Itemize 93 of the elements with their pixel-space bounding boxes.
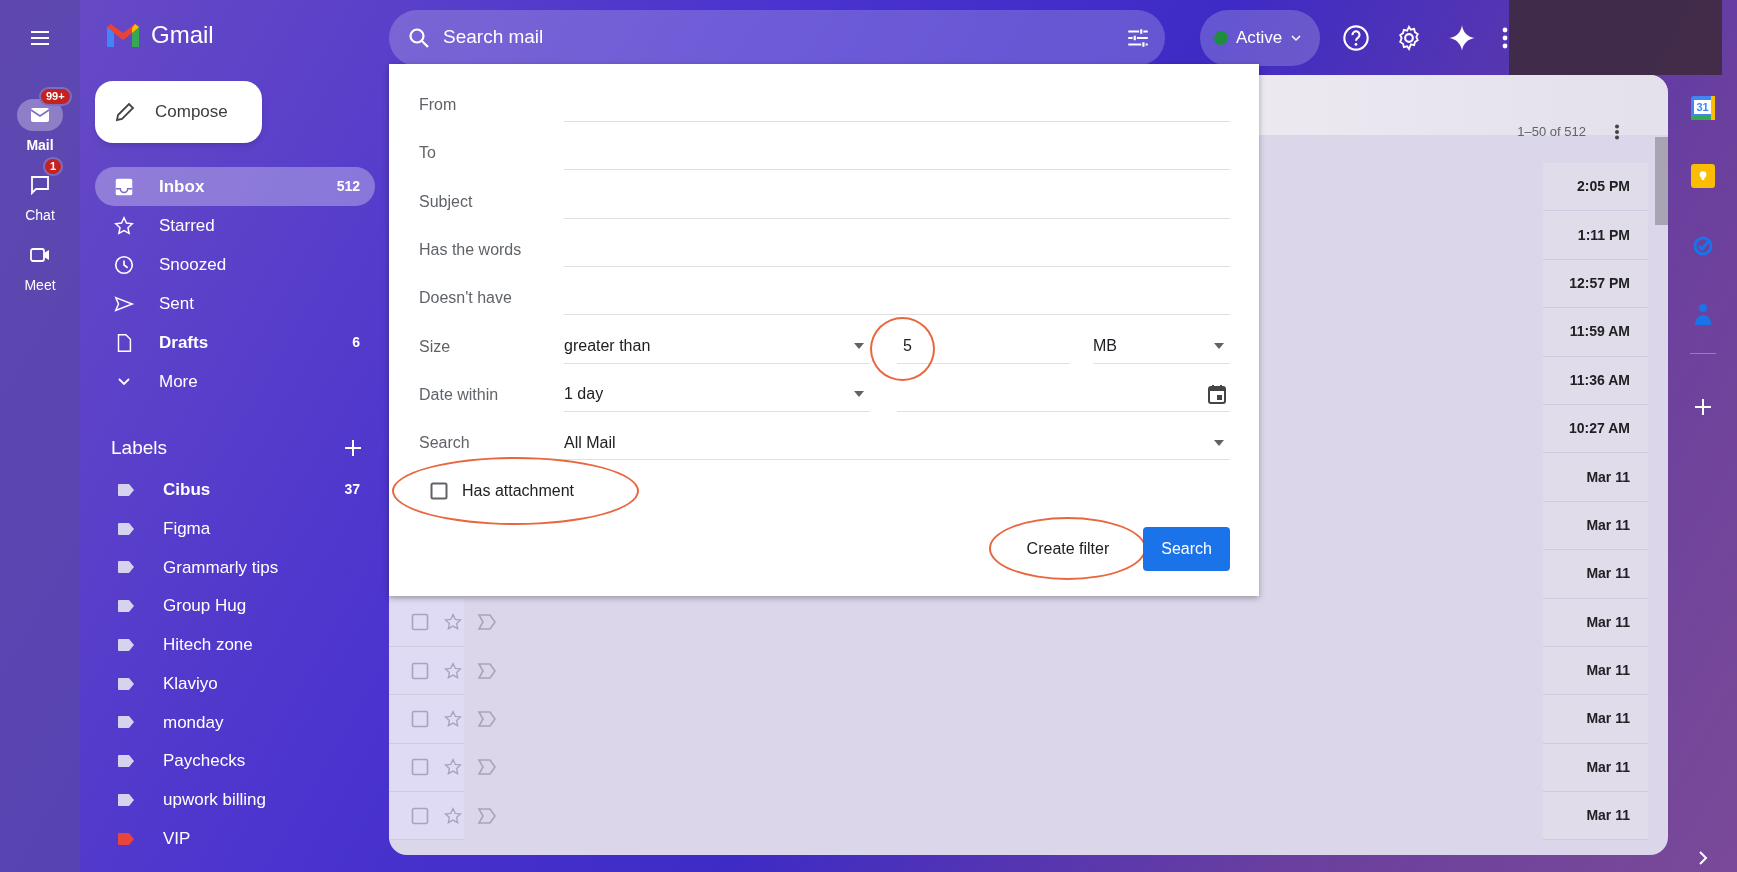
- field-label: Search: [419, 433, 471, 454]
- star-icon: [113, 214, 135, 237]
- nav-item[interactable]: Sent: [95, 284, 375, 324]
- time-text: 12:57 PM: [1569, 273, 1630, 293]
- compose-button[interactable]: Compose: [95, 80, 262, 144]
- field-label: Size: [419, 336, 452, 357]
- time-text: 11:59 AM: [1569, 322, 1630, 342]
- field-label: Has the words: [419, 240, 523, 261]
- checkbox-label: Has attachment: [462, 481, 575, 502]
- plus-icon[interactable]: [1693, 398, 1712, 416]
- dropdown[interactable]: 1 day: [564, 377, 870, 412]
- time-text: 10:27 AM: [1569, 419, 1630, 439]
- star-icon[interactable]: [443, 660, 463, 681]
- input-field[interactable]: 5: [897, 329, 1070, 364]
- caret-icon: [1214, 343, 1224, 350]
- app-name: Gmail: [151, 19, 214, 50]
- checkbox-icon[interactable]: [411, 710, 429, 728]
- time-text: Mar 11: [1586, 564, 1630, 584]
- rail-label[interactable]: Chat: [25, 205, 55, 226]
- search-icon: [407, 25, 431, 50]
- time-text: Mar 11: [1586, 661, 1630, 681]
- label-tag-icon[interactable]: [477, 806, 497, 825]
- time-text: Mar 11: [1586, 709, 1630, 729]
- plus-icon[interactable]: [343, 437, 363, 458]
- nav-item[interactable]: Inbox 512: [95, 167, 375, 207]
- search-field[interactable]: Search mail: [389, 9, 1165, 66]
- pagination-text: 1–50 of 512: [1517, 123, 1586, 141]
- label-item[interactable]: Klaviyo: [95, 664, 375, 703]
- dropdown[interactable]: All Mail: [564, 426, 1230, 461]
- time-text: 2:05 PM: [1577, 177, 1630, 197]
- field-label: To: [419, 143, 437, 164]
- time-text: 1:11 PM: [1577, 225, 1630, 245]
- nav-item[interactable]: Drafts 6: [95, 323, 375, 363]
- label-item[interactable]: Figma: [95, 509, 375, 548]
- field-label: Doesn't have: [419, 288, 513, 309]
- nav-item[interactable]: Snoozed: [95, 245, 375, 285]
- dropdown[interactable]: MB: [1093, 329, 1230, 364]
- more-vertical-icon[interactable]: [1614, 123, 1620, 140]
- caret-icon: [854, 343, 864, 350]
- chat-bubble-icon: [28, 173, 52, 197]
- time-text: 11:36 AM: [1569, 370, 1630, 390]
- status-button[interactable]: Active: [1200, 9, 1320, 66]
- search-input[interactable]: Search mail: [443, 23, 1125, 52]
- label-item[interactable]: Grammarly tips: [95, 548, 375, 587]
- label-tag-icon[interactable]: [477, 661, 497, 680]
- help-icon[interactable]: [1342, 23, 1370, 52]
- star-icon[interactable]: [443, 805, 463, 826]
- more-vertical-icon[interactable]: [1501, 26, 1509, 49]
- field-label: Date within: [419, 384, 500, 405]
- checkbox-icon[interactable]: [411, 758, 429, 777]
- label-tag-icon[interactable]: [477, 758, 497, 777]
- rail-label[interactable]: Meet: [24, 275, 56, 296]
- label-tag-icon[interactable]: [477, 710, 497, 728]
- caret-icon: [854, 391, 864, 398]
- label-item[interactable]: Paychecks: [95, 741, 375, 781]
- label-item[interactable]: upwork billing: [95, 780, 375, 820]
- time-text: Mar 11: [1586, 806, 1630, 826]
- label-item[interactable]: VIP: [95, 819, 375, 858]
- notification-badge: 1: [43, 157, 64, 176]
- rail-item-highlight[interactable]: [17, 99, 63, 131]
- calendar-icon[interactable]: 31: [1690, 96, 1715, 120]
- clock-icon: [113, 253, 135, 276]
- checkbox-icon[interactable]: [411, 613, 429, 632]
- section-heading: Labels: [111, 435, 167, 460]
- star-icon[interactable]: [443, 709, 463, 729]
- label-item[interactable]: Cibus 37: [95, 470, 375, 510]
- time-text: Mar 11: [1586, 467, 1630, 487]
- nav-item[interactable]: Starred: [95, 206, 375, 246]
- time-text: Mar 11: [1586, 612, 1630, 632]
- label-tag-icon[interactable]: [477, 613, 497, 632]
- time-text: Mar 11: [1586, 757, 1630, 777]
- star-icon[interactable]: [443, 757, 463, 778]
- nav-item[interactable]: More: [95, 362, 375, 402]
- lightbulb-icon[interactable]: [1690, 164, 1715, 188]
- chevron-down-icon: [118, 378, 130, 386]
- checkbox-icon[interactable]: [430, 482, 448, 501]
- notification-badge: 99+: [39, 87, 72, 106]
- caret-icon: [1214, 439, 1224, 446]
- checkbox-icon[interactable]: [411, 806, 429, 825]
- create-filter-button[interactable]: Create filter: [1016, 527, 1120, 572]
- star-icon[interactable]: [443, 612, 463, 633]
- field-label: From: [419, 95, 458, 116]
- search-button[interactable]: Search: [1143, 527, 1230, 572]
- field-label: Subject: [419, 191, 474, 212]
- rail-label[interactable]: Mail: [26, 135, 54, 156]
- dropdown[interactable]: greater than: [564, 329, 870, 364]
- checkbox-icon[interactable]: [411, 661, 429, 680]
- time-text: Mar 11: [1586, 515, 1630, 535]
- scrollbar-thumb[interactable]: [1655, 137, 1668, 225]
- label-item[interactable]: monday: [95, 703, 375, 742]
- label-item[interactable]: Group Hug: [95, 586, 375, 626]
- calendar-icon: [1208, 384, 1226, 405]
- label-item[interactable]: Hitech zone: [95, 625, 375, 665]
